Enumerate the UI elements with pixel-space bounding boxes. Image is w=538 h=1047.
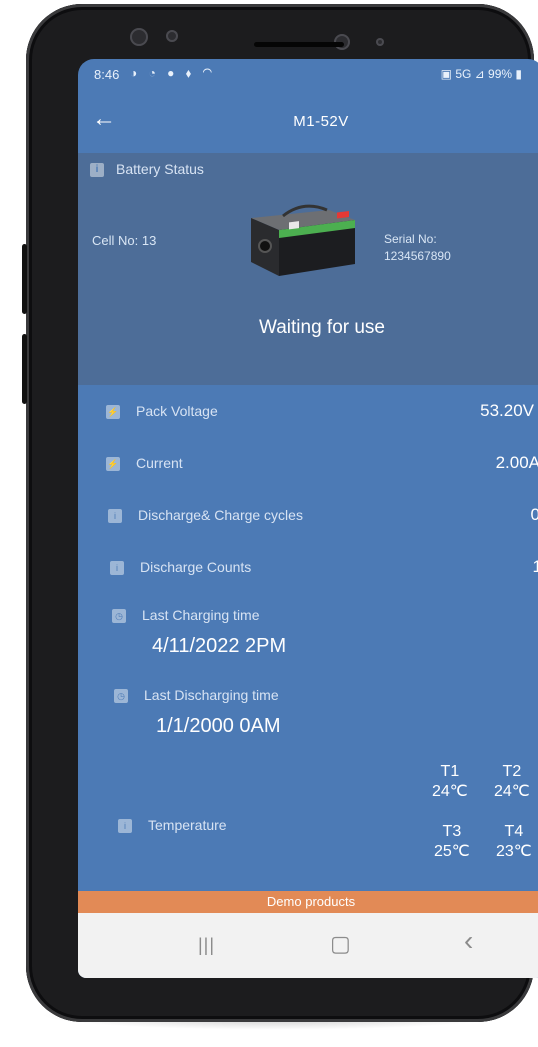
battery-status-header: i Battery Status [90, 161, 204, 178]
temp-t4: T4 23℃ [496, 823, 532, 861]
temperature-label: Temperature [148, 817, 227, 833]
system-status: ▣ 5G ⊿ 99% ▮ [440, 67, 522, 81]
sensor-icon [166, 30, 178, 42]
system-nav-bar: ||| ▢ ‹ [78, 913, 538, 978]
temp-t2-label: T2 [502, 763, 522, 780]
last-charging-value: 4/11/2022 2PM [152, 635, 287, 657]
metric-value: 53.20V [480, 401, 534, 420]
temp-t3-value: 25℃ [434, 843, 470, 860]
serial-value: 1234567890 [384, 249, 451, 263]
last-discharging-label: Last Discharging time [144, 687, 279, 703]
metric-value: 0 [530, 505, 538, 524]
battery-pack-icon [251, 204, 355, 276]
back-icon[interactable]: ‹ [464, 925, 473, 957]
temp-t3: T3 25℃ [434, 823, 470, 861]
metric-label: Discharge Counts [140, 559, 252, 575]
temp-t2: T2 24℃ [494, 763, 530, 801]
side-button [22, 334, 27, 404]
info-icon: i [118, 819, 132, 834]
temp-t1-label: T1 [440, 763, 460, 780]
status-time: 8:46 [94, 67, 120, 82]
status-bar: 8:46 ◑ ◔ ● ⬧ ◠ ▣ 5G ⊿ 99% ▮ [78, 59, 538, 93]
temp-t4-label: T4 [504, 823, 524, 840]
info-icon: i [90, 163, 104, 178]
metric-label: Pack Voltage [136, 403, 218, 419]
serial-number: Serial No: 1234567890 [384, 231, 451, 265]
metric-value: 1 [532, 557, 538, 576]
clock-icon: ◷ [114, 689, 128, 704]
last-discharging-value: 1/1/2000 0AM [156, 715, 281, 737]
metric-label: Discharge& Charge cycles [138, 507, 303, 523]
temp-t3-label: T3 [442, 823, 462, 840]
battery-state: Waiting for use [258, 317, 385, 338]
phone-frame: 8:46 ◑ ◔ ● ⬧ ◠ ▣ 5G ⊿ 99% ▮ ← M1-52V i Ba… [22, 4, 538, 1022]
lightning-icon: ⚡ [106, 405, 120, 420]
notification-icons: ◑ ◔ ● ⬧ ◠ [130, 66, 217, 80]
info-icon: i [110, 561, 124, 576]
serial-label: Serial No: [384, 232, 437, 246]
app-bar: ← M1-52V [78, 93, 538, 153]
temp-t1-value: 24℃ [432, 783, 468, 800]
cell-number: Cell No: 13 [92, 233, 157, 248]
battery-status-label: Battery Status [116, 161, 204, 177]
earpiece-speaker [254, 42, 344, 47]
demo-banner: Demo products [78, 891, 538, 913]
clock-icon: ◷ [112, 609, 126, 624]
metric-label: Current [136, 455, 183, 471]
page-title: M1-52V [293, 113, 349, 130]
side-button [22, 244, 27, 314]
front-camera-icon [130, 28, 148, 46]
info-icon: i [108, 509, 122, 524]
lightning-icon: ⚡ [106, 457, 120, 472]
temp-t4-value: 23℃ [496, 843, 532, 860]
sensor-icon [376, 38, 384, 46]
home-icon[interactable]: ▢ [330, 931, 351, 957]
recents-icon[interactable]: ||| [198, 935, 215, 956]
battery-status-card: i Battery Status Cell No: 13 Serial No: 1… [78, 153, 538, 385]
app-screen: 8:46 ◑ ◔ ● ⬧ ◠ ▣ 5G ⊿ 99% ▮ ← M1-52V i Ba… [78, 59, 538, 978]
temp-t1: T1 24℃ [432, 763, 468, 801]
last-charging-label: Last Charging time [142, 607, 260, 623]
temp-t2-value: 24℃ [494, 783, 530, 800]
metric-value: 2.00A [495, 453, 538, 472]
